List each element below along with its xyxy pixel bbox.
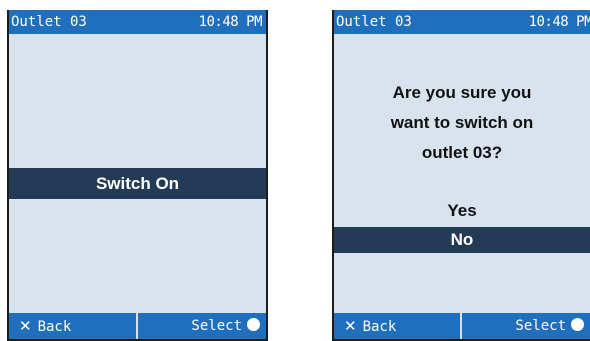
- back-softkey[interactable]: ✕ Back: [334, 313, 462, 339]
- filled-circle-icon: [571, 318, 584, 331]
- clock: 10:48 PM: [528, 14, 590, 30]
- prompt-line: want to switch on: [390, 113, 534, 132]
- back-softkey[interactable]: ✕ Back: [9, 313, 138, 339]
- status-bar: Outlet 03 10:48 PM: [334, 10, 590, 34]
- status-bar: Outlet 03 10:48 PM: [9, 10, 266, 34]
- device-screen-menu: Outlet 03 10:48 PM Switch On ✕ Back Selec…: [7, 10, 268, 341]
- menu-item-switch-on[interactable]: Switch On: [9, 168, 266, 199]
- filled-circle-icon: [247, 318, 260, 331]
- option-no[interactable]: No: [334, 227, 590, 253]
- confirm-prompt: Are you sure you want to switch on outle…: [334, 78, 590, 168]
- close-icon: ✕: [344, 317, 357, 335]
- select-label: Select: [191, 318, 242, 334]
- prompt-line: outlet 03?: [421, 143, 503, 162]
- back-label: Back: [362, 319, 397, 335]
- back-label: Back: [37, 319, 72, 335]
- outlet-title: Outlet 03: [336, 14, 412, 30]
- confirm-dialog: Are you sure you want to switch on outle…: [334, 34, 590, 313]
- select-label: Select: [515, 318, 566, 334]
- close-icon: ✕: [19, 317, 32, 335]
- option-yes[interactable]: Yes: [334, 198, 590, 224]
- select-softkey[interactable]: Select: [138, 313, 267, 339]
- outlet-title: Outlet 03: [11, 14, 87, 30]
- select-softkey[interactable]: Select: [462, 313, 590, 339]
- device-screen-confirm: Outlet 03 10:48 PM Are you sure you want…: [332, 10, 590, 341]
- prompt-line: Are you sure you: [392, 83, 532, 102]
- softkey-bar: ✕ Back Select: [334, 313, 590, 339]
- menu-area: Switch On: [9, 34, 266, 313]
- clock: 10:48 PM: [198, 14, 263, 30]
- softkey-bar: ✕ Back Select: [9, 313, 266, 339]
